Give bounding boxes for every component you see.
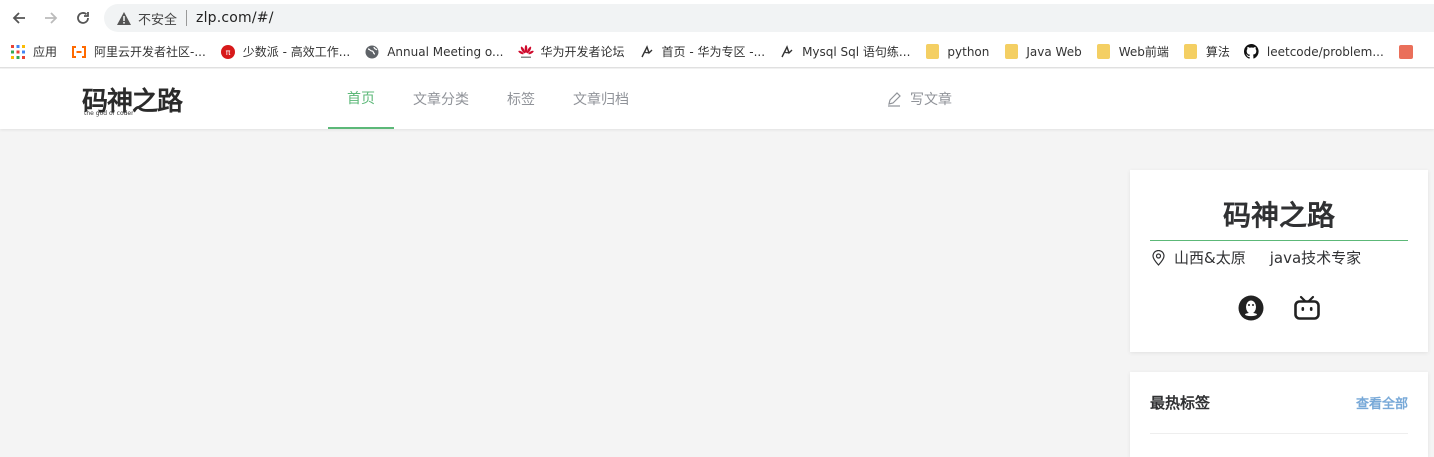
back-button[interactable] xyxy=(9,8,29,28)
hot-tags-card: 最热标签 查看全部 xyxy=(1130,372,1428,457)
main-nav: 首页 文章分类 标签 文章归档 xyxy=(328,69,648,129)
arrow-right-icon xyxy=(45,12,58,24)
bookmark-label: Java Web xyxy=(1026,44,1082,59)
hot-tags-title: 最热标签 xyxy=(1150,394,1211,412)
bookmark-label: 应用 xyxy=(33,45,58,59)
bookmark-label: Annual Meeting o... xyxy=(387,44,504,59)
divider xyxy=(186,10,188,26)
security-status[interactable]: 不安全 xyxy=(138,9,177,28)
huawei-icon xyxy=(517,44,534,60)
qq-icon[interactable] xyxy=(1237,294,1265,322)
write-article-button[interactable]: 写文章 xyxy=(886,69,952,129)
bookmark-folder-algorithms[interactable]: 算法 xyxy=(1183,43,1230,60)
bookmark-label: Mysql Sql 语句练... xyxy=(802,45,911,59)
globe-icon xyxy=(364,44,380,60)
nav-archive[interactable]: 文章归档 xyxy=(554,69,648,129)
bookmark-folder-java-web[interactable]: Java Web xyxy=(1003,44,1082,60)
folder-icon xyxy=(1003,44,1019,60)
bookmark-label: python xyxy=(947,44,990,59)
bookmark-label: 华为开发者论坛 xyxy=(540,45,625,59)
bookmark-overflow[interactable] xyxy=(1398,44,1421,60)
csdn-icon xyxy=(639,44,655,60)
bookmark-label: leetcode/problem... xyxy=(1266,44,1384,59)
warning-icon[interactable] xyxy=(116,10,132,26)
bookmark-mysql[interactable]: Mysql Sql 语句练... xyxy=(779,43,910,60)
bookmark-huawei-zone[interactable]: 首页 - 华为专区 -... xyxy=(639,43,766,60)
profile-card: 码神之路 山西&太原 java技术专家 xyxy=(1130,170,1428,352)
aliyun-icon xyxy=(71,44,87,60)
nav-tags[interactable]: 标签 xyxy=(488,69,554,129)
bookmark-label: 算法 xyxy=(1205,45,1230,59)
bookmark-apps[interactable]: 应用 xyxy=(10,43,57,60)
site-header: 码神之路 the god of coder 首页 文章分类 标签 文章归档 写文… xyxy=(0,69,1434,129)
bookmark-huawei-forum[interactable]: 华为开发者论坛 xyxy=(517,43,625,60)
profile-info: 山西&太原 java技术专家 xyxy=(1152,247,1361,268)
bookmark-label: 阿里云开发者社区-... xyxy=(94,45,206,59)
bookmark-folder-web-frontend[interactable]: Web前端 xyxy=(1096,43,1169,60)
bookmark-leetcode[interactable]: leetcode/problem... xyxy=(1244,44,1384,60)
jianshu-icon xyxy=(1398,44,1414,60)
url-text[interactable]: zlp.com/#/ xyxy=(196,10,274,26)
reload-button[interactable] xyxy=(73,8,93,28)
bookmark-annual-meeting[interactable]: Annual Meeting o... xyxy=(364,44,504,60)
sspai-icon: π xyxy=(220,44,236,60)
bilibili-icon[interactable] xyxy=(1293,294,1321,322)
nav-home[interactable]: 首页 xyxy=(328,69,394,129)
social-links xyxy=(1130,294,1428,322)
site-logo[interactable]: 码神之路 the god of coder xyxy=(80,79,196,119)
pencil-icon xyxy=(888,92,901,107)
bookmark-label: Web前端 xyxy=(1118,45,1169,59)
apps-grid-icon xyxy=(10,44,26,60)
folder-icon xyxy=(1096,44,1112,60)
view-all-tags-link[interactable]: 查看全部 xyxy=(1356,393,1408,412)
address-bar[interactable]: 不安全 zlp.com/#/ xyxy=(104,4,1434,32)
svg-text:π: π xyxy=(225,48,230,57)
bookmark-sspai[interactable]: π 少数派 - 高效工作... xyxy=(220,43,350,60)
hot-tags-header: 最热标签 查看全部 xyxy=(1150,372,1408,434)
logo-subtitle: the god of coder xyxy=(84,110,134,117)
github-icon xyxy=(1244,44,1260,60)
nav-categories[interactable]: 文章分类 xyxy=(394,69,488,129)
folder-icon xyxy=(1183,44,1199,60)
location-icon xyxy=(1152,249,1165,266)
arrow-left-icon xyxy=(12,12,25,24)
profile-location: 山西&太原 xyxy=(1174,249,1246,267)
bookmark-label: 首页 - 华为专区 -... xyxy=(661,45,766,59)
csdn-icon xyxy=(779,44,795,60)
forward-button[interactable] xyxy=(41,8,61,28)
bookmarks-bar: 应用 阿里云开发者社区-... π 少数派 - 高效工作... Annual M… xyxy=(0,36,1434,68)
profile-title: java技术专家 xyxy=(1269,249,1362,267)
bookmark-label: 少数派 - 高效工作... xyxy=(242,45,351,59)
reload-icon xyxy=(77,12,89,24)
write-article-label: 写文章 xyxy=(910,92,952,108)
bookmark-aliyun[interactable]: 阿里云开发者社区-... xyxy=(71,43,206,60)
profile-name: 码神之路 xyxy=(1150,194,1408,241)
folder-icon xyxy=(924,44,940,60)
browser-toolbar: 不安全 zlp.com/#/ xyxy=(0,0,1434,36)
bookmark-folder-python[interactable]: python xyxy=(924,44,989,60)
